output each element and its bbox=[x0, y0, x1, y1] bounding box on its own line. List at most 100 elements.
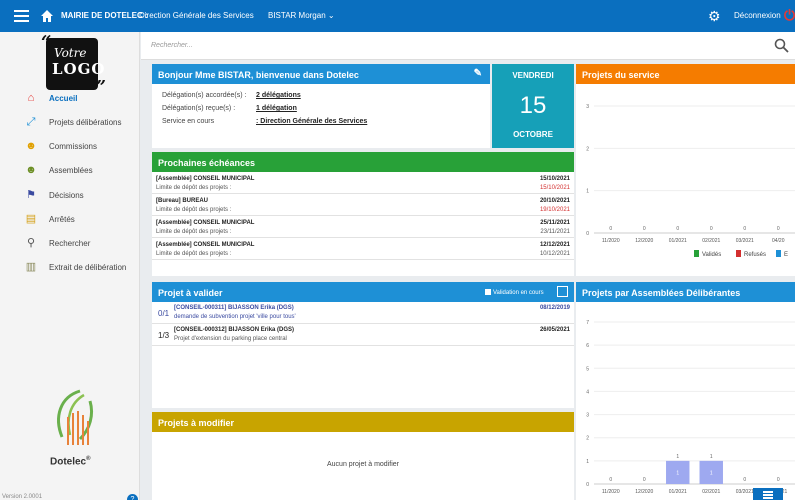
sidebar-item-label: Arrêtés bbox=[49, 215, 75, 224]
legend-item[interactable]: E bbox=[776, 250, 788, 258]
search-bar[interactable]: Rechercher... bbox=[141, 32, 795, 60]
checkbox-icon[interactable] bbox=[485, 289, 491, 295]
sidebar-item-projets[interactable]: ⤢ Projets délibérations bbox=[0, 111, 140, 133]
deadlines-title: Prochaines échéances bbox=[158, 158, 256, 168]
data-label: 1 bbox=[676, 454, 679, 460]
hamburger-menu-icon[interactable] bbox=[14, 10, 29, 22]
brand-name: Dotelec® bbox=[50, 456, 91, 467]
sidebar-item-rechercher[interactable]: ⚲ Rechercher bbox=[0, 232, 140, 254]
assembly-projects-chart: 0 1 2 3 4 5 6 7 11/2020 0 12/2020 0 01/2021 1 1 02/2021… bbox=[586, 320, 795, 495]
current-service-link[interactable]: : Direction Générale des Services bbox=[256, 118, 367, 125]
sidebar-item-label: Extrait de délibération bbox=[49, 263, 127, 272]
data-label: 0 bbox=[777, 477, 780, 483]
sidebar-item-label: Assemblées bbox=[49, 166, 93, 175]
quote-open-icon: “ bbox=[41, 32, 52, 53]
people-icon: ☻ bbox=[25, 140, 37, 152]
organization-name: MAIRIE DE DOTELEC : bbox=[61, 11, 148, 20]
bar-inner-label: 1 bbox=[710, 470, 713, 476]
validate-header: Projet à valider Validation en cours bbox=[152, 282, 574, 302]
date-box: VENDREDI 15 OCTOBRE bbox=[492, 64, 574, 148]
search-icon[interactable] bbox=[774, 38, 789, 53]
book-icon: ▥ bbox=[25, 261, 37, 273]
delegation-received-link[interactable]: 1 délégation bbox=[256, 105, 297, 112]
validation-toggle[interactable]: Validation en cours bbox=[485, 289, 544, 296]
legend-bar-icon bbox=[776, 250, 781, 257]
user-menu[interactable]: BISTAR Morgan ⌄ bbox=[268, 11, 335, 20]
logout-link[interactable]: Déconnexion bbox=[734, 11, 781, 20]
chart1-header: Projets du service bbox=[576, 64, 795, 84]
deadline-row[interactable]: [Assemblée] CONSEIL MUNICIPAL Limite de … bbox=[152, 217, 574, 238]
deadline-sub: Limite de dépôt des projets : bbox=[156, 185, 232, 191]
y-tick-label: 1 bbox=[586, 189, 589, 195]
sidebar-item-label: Projets délibérations bbox=[49, 118, 122, 127]
y-tick-label: 2 bbox=[586, 146, 589, 152]
row-label: Délégation(s) accordée(s) : bbox=[162, 92, 247, 99]
deadline-row[interactable]: [Bureau] BUREAU Limite de dépôt des proj… bbox=[152, 195, 574, 216]
project-desc: demande de subvention projet 'ville pour… bbox=[174, 314, 296, 320]
deadlines-header: Prochaines échéances bbox=[152, 152, 574, 172]
modify-header: Projets à modifier bbox=[152, 412, 574, 432]
sidebar-item-extrait[interactable]: ▥ Extrait de délibération bbox=[0, 256, 140, 278]
deadline-limit: 23/11/2021 bbox=[540, 229, 570, 235]
version-label: Version 2.0001 bbox=[2, 494, 43, 500]
deadline-date: 15/10/2021 bbox=[539, 176, 570, 182]
service-projects-chart-panel: Projets du service 0 1 2 3 11/2020 0 12/2020 0 0… bbox=[576, 64, 795, 276]
sidebar-item-assemblees[interactable]: ☻ Assemblées bbox=[0, 159, 140, 181]
deadline-date: 20/10/2021 bbox=[539, 198, 570, 204]
x-tick-label: 03/2021 bbox=[736, 489, 754, 495]
x-tick-label: 02/2021 bbox=[702, 489, 720, 495]
validation-toggle-label: Validation en cours bbox=[493, 290, 544, 296]
data-label: 0 bbox=[643, 477, 646, 483]
data-label: 0 bbox=[743, 226, 746, 232]
delegation-granted-link[interactable]: 2 délégations bbox=[256, 92, 301, 99]
deadline-limit: 15/10/2021 bbox=[539, 185, 570, 191]
project-ref: [CONSEIL-000311] BIJASSON Erika (DGS) bbox=[174, 305, 294, 311]
welcome-panel: Bonjour Mme BISTAR, bienvenue dans Dotel… bbox=[152, 64, 490, 148]
deadline-name: [Bureau] BUREAU bbox=[156, 198, 209, 204]
row-label: Service en cours bbox=[162, 118, 215, 125]
search-input[interactable]: Rechercher... bbox=[151, 42, 193, 49]
welcome-header: Bonjour Mme BISTAR, bienvenue dans Dotel… bbox=[152, 64, 490, 84]
data-label: 0 bbox=[743, 477, 746, 483]
logo-line-1: Votre bbox=[54, 46, 87, 60]
deadline-limit: 19/10/2021 bbox=[539, 207, 570, 213]
sidebar-item-decisions[interactable]: ⚑ Décisions bbox=[0, 184, 140, 206]
wrench-icon[interactable]: ✎ bbox=[474, 69, 482, 79]
project-desc: Projet d'extension du parking place cent… bbox=[174, 336, 287, 342]
power-icon[interactable]: ⏻ bbox=[784, 8, 795, 22]
data-label: 1 bbox=[710, 454, 713, 460]
project-ref: [CONSEIL-000312] BIJASSON Erika (DGS) bbox=[174, 327, 295, 333]
sidebar: “ Votre LOGO ” ⌂ Accueil ⤢ Projets délib… bbox=[0, 32, 140, 500]
legend-bar-icon bbox=[736, 250, 741, 257]
client-logo: “ Votre LOGO ” bbox=[41, 32, 106, 98]
sidebar-item-commissions[interactable]: ☻ Commissions bbox=[0, 135, 140, 157]
project-date: 26/05/2021 bbox=[539, 327, 570, 333]
sidebar-item-arretes[interactable]: ▤ Arrêtés bbox=[0, 208, 140, 230]
legend-bar-icon bbox=[694, 250, 699, 257]
help-icon[interactable]: ? bbox=[127, 494, 138, 500]
project-row[interactable]: 0/1 [CONSEIL-000311] BIJASSON Erika (DGS… bbox=[152, 303, 574, 324]
user-name: BISTAR Morgan bbox=[268, 11, 326, 20]
x-tick-label: 11/2020 bbox=[602, 489, 620, 495]
date-month: OCTOBRE bbox=[513, 130, 553, 139]
sidebar-item-label: Rechercher bbox=[49, 239, 91, 248]
gear-icon[interactable]: ⚙ bbox=[708, 9, 721, 23]
y-tick-label: 7 bbox=[586, 320, 589, 326]
external-link-icon[interactable] bbox=[557, 286, 568, 297]
deadline-row[interactable]: [Assemblée] CONSEIL MUNICIPAL Limite de … bbox=[152, 173, 574, 194]
row-label: Délégation(s) reçue(s) : bbox=[162, 105, 236, 112]
legend-item[interactable]: Refusés bbox=[736, 250, 766, 258]
sidebar-item-accueil[interactable]: ⌂ Accueil bbox=[0, 87, 140, 109]
legend-label: E bbox=[784, 252, 789, 258]
project-progress: 0/1 bbox=[158, 309, 170, 318]
deadline-row[interactable]: [Assemblée] CONSEIL MUNICIPAL Limite de … bbox=[152, 239, 574, 260]
home-icon[interactable] bbox=[40, 9, 54, 23]
bottom-menu-button[interactable] bbox=[753, 488, 783, 500]
project-row[interactable]: 1/3 [CONSEIL-000312] BIJASSON Erika (DGS… bbox=[152, 325, 574, 346]
chart-icon: ⤢ bbox=[26, 116, 36, 128]
legend-item[interactable]: Validés bbox=[694, 250, 721, 258]
legend-label: Validés bbox=[702, 252, 722, 258]
project-progress: 1/3 bbox=[158, 331, 170, 340]
bar-inner-label: 1 bbox=[676, 470, 679, 476]
people-icon: ☻ bbox=[25, 164, 37, 176]
